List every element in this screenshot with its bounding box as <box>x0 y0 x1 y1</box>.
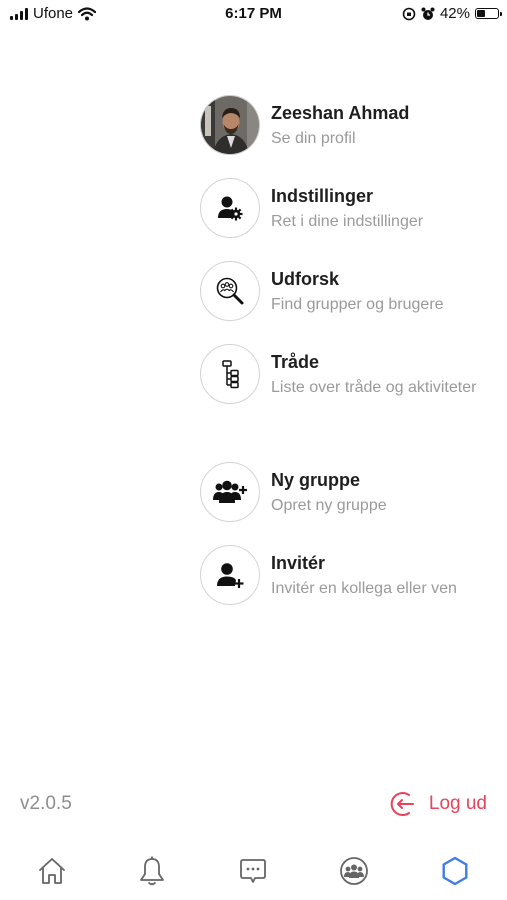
user-gear-icon <box>200 178 260 238</box>
group-add-icon <box>200 462 260 522</box>
threads-icon <box>200 344 260 404</box>
menu-item-new-group[interactable]: Ny gruppe Opret ny gruppe <box>200 462 387 522</box>
home-icon <box>39 858 65 884</box>
tab-home[interactable] <box>35 854 69 888</box>
menu-item-subtitle: Liste over tråde og aktiviteter <box>271 378 477 396</box>
status-bar: Ufone 6:17 PM 42% <box>0 0 507 30</box>
menu-item-settings[interactable]: Indstillinger Ret i dine indstillinger <box>200 178 423 238</box>
tab-notifications[interactable] <box>135 854 169 888</box>
tab-groups[interactable] <box>337 854 371 888</box>
groups-icon <box>340 857 368 885</box>
menu-item-subtitle: Invitér en kollega eller ven <box>271 579 457 597</box>
battery-percent: 42% <box>439 5 470 22</box>
menu-item-threads[interactable]: Tråde Liste over tråde og aktiviteter <box>200 344 476 404</box>
alarm-icon <box>421 7 435 20</box>
menu-item-label: Tråde <box>271 351 320 372</box>
explore-search-icon <box>200 261 260 321</box>
menu-item-subtitle: Find grupper og brugere <box>271 295 444 313</box>
menu-item-label: Invitér <box>271 552 326 573</box>
avatar <box>200 95 260 155</box>
hexagon-icon <box>442 856 468 886</box>
profile-name: Zeeshan Ahmad <box>271 102 410 123</box>
tab-more[interactable] <box>438 854 472 888</box>
logout-label: Log ud <box>428 793 487 814</box>
tab-messages[interactable] <box>236 854 270 888</box>
user-add-icon <box>200 545 260 605</box>
bottom-tab-bar <box>0 848 507 894</box>
menu-item-label: Indstillinger <box>271 185 374 206</box>
menu-item-subtitle: Ret i dine indstillinger <box>271 212 424 230</box>
profile-item[interactable]: Zeeshan Ahmad Se din profil <box>200 95 409 155</box>
profile-subtitle: Se din profil <box>271 129 356 147</box>
menu-item-subtitle: Opret ny gruppe <box>271 496 387 514</box>
menu-item-label: Ny gruppe <box>271 469 361 490</box>
menu-item-explore[interactable]: Udforsk Find grupper og brugere <box>200 261 444 321</box>
chat-icon <box>240 859 266 883</box>
status-right: 42% <box>402 5 502 22</box>
logout-icon <box>390 792 414 816</box>
app-version: v2.0.5 <box>20 793 72 814</box>
menu-item-label: Udforsk <box>271 268 340 289</box>
bell-icon <box>140 856 164 886</box>
menu-item-invite[interactable]: Invitér Invitér en kollega eller ven <box>200 545 457 605</box>
logout-button[interactable]: Log ud <box>389 789 487 819</box>
orientation-lock-icon <box>402 7 416 20</box>
battery-icon <box>475 8 502 19</box>
